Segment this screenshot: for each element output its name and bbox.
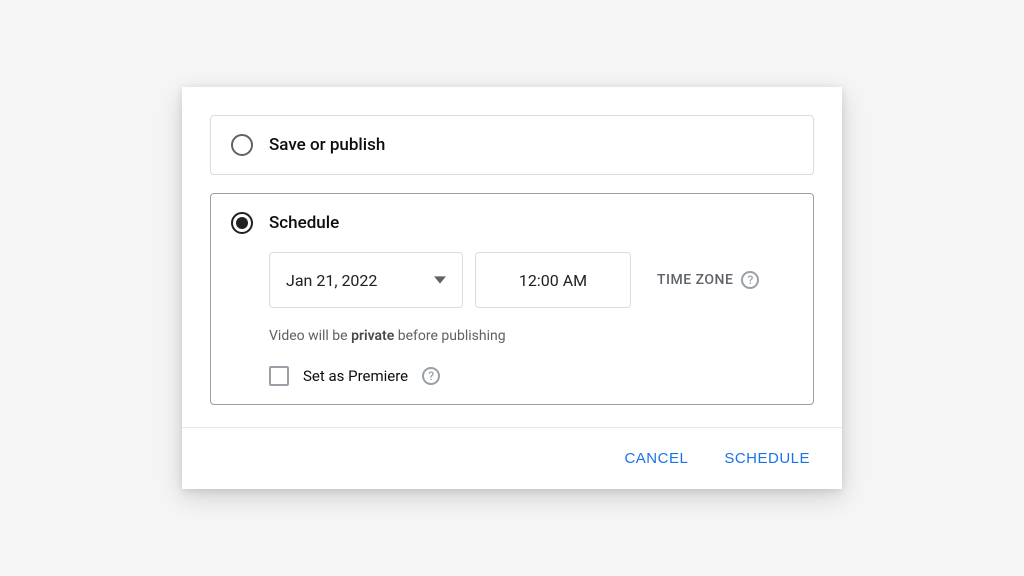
schedule-body: Jan 21, 2022 12:00 AM TIME ZONE ? Video (231, 234, 793, 386)
option-schedule[interactable]: Schedule Jan 21, 2022 12:00 AM TIME ZONE (210, 193, 814, 405)
help-icon[interactable]: ? (741, 271, 759, 289)
schedule-button[interactable]: SCHEDULE (720, 444, 814, 473)
option-label: Save or publish (269, 135, 385, 155)
cancel-button[interactable]: CANCEL (620, 444, 692, 473)
radio-dot-icon (236, 217, 248, 229)
option-label: Schedule (269, 213, 339, 233)
premiere-row: Set as Premiere ? (269, 366, 793, 386)
picker-row: Jan 21, 2022 12:00 AM TIME ZONE ? (269, 252, 793, 308)
chevron-down-icon (434, 271, 446, 290)
radio-unchecked-icon[interactable] (231, 134, 253, 156)
timezone[interactable]: TIME ZONE ? (657, 271, 759, 289)
option-header: Schedule (231, 212, 793, 234)
timezone-label: TIME ZONE (657, 272, 733, 288)
time-picker-value: 12:00 AM (519, 271, 587, 290)
date-picker[interactable]: Jan 21, 2022 (269, 252, 463, 308)
note-suffix: before publishing (394, 328, 505, 344)
note-prefix: Video will be (269, 328, 351, 344)
dialog-footer: CANCEL SCHEDULE (182, 427, 842, 489)
date-picker-value: Jan 21, 2022 (286, 271, 377, 290)
option-header: Save or publish (231, 134, 793, 156)
radio-checked-icon[interactable] (231, 212, 253, 234)
dialog-content: Save or publish Schedule Jan 21, 2022 (182, 87, 842, 427)
premiere-checkbox[interactable] (269, 366, 289, 386)
premiere-label: Set as Premiere (303, 367, 408, 385)
option-save-or-publish[interactable]: Save or publish (210, 115, 814, 175)
help-icon[interactable]: ? (422, 367, 440, 385)
note-bold: private (351, 328, 394, 344)
time-picker[interactable]: 12:00 AM (475, 252, 631, 308)
schedule-dialog: Save or publish Schedule Jan 21, 2022 (182, 87, 842, 489)
privacy-note: Video will be private before publishing (269, 328, 793, 344)
